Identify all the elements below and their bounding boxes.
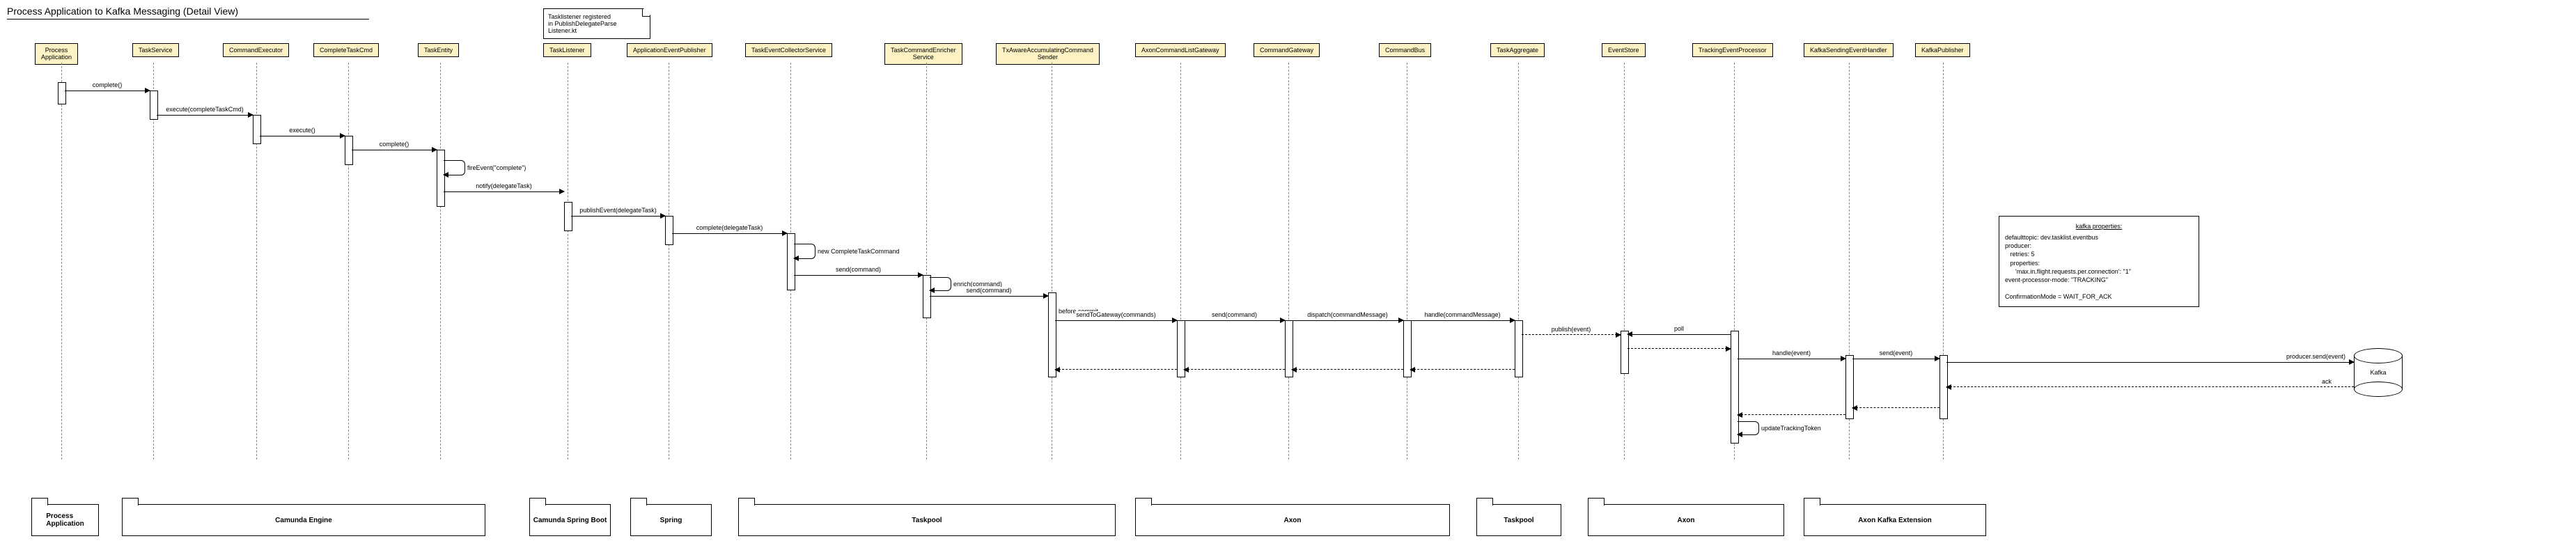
msg-return-listgw [1055,369,1177,370]
participant-task-aggregate: TaskAggregate [1490,43,1545,57]
participant-kafka-sending-handler: KafkaSendingEventHandler [1804,43,1894,57]
note-kafka-body: defaulttopic: dev.tasklist.eventbus prod… [2005,233,2193,301]
activation [787,233,795,290]
participant-axon-cmd-list-gateway: AxonCommandListGateway [1135,43,1226,57]
msg-enrich: enrich(command) [930,277,951,291]
participant-command-executor: CommandExecutor [223,43,289,57]
participant-task-entity: TaskEntity [418,43,459,57]
msg-new-complete-cmd: new CompleteTaskCommand [794,244,815,259]
participant-tx-accumulating-sender: TxAwareAccumulatingCommand Sender [996,43,1100,65]
participant-task-event-collector: TaskEventCollectorService [745,43,832,57]
participant-task-command-enricher: TaskCommandEnricher Service [884,43,962,65]
activation [564,202,572,231]
activation [58,82,66,104]
package-axon-1: Axon [1135,504,1450,536]
msg-return-aggregate [1410,369,1515,370]
kafka-datastore: Kafka [2354,348,2403,397]
msg-ack: ack [1946,386,2354,388]
msg-poll: poll [1627,334,1731,335]
package-camunda-engine: Camunda Engine [122,504,485,536]
note-kafka-title: kafka properties: [2005,222,2193,230]
participant-complete-task-cmd: CompleteTaskCmd [313,43,379,57]
package-axon-kafka-ext: Axon Kafka Extension [1804,504,1986,536]
activation [345,136,353,165]
activation [1515,320,1523,377]
participant-app-event-publisher: ApplicationEventPublisher [627,43,712,57]
participant-process-application: Process Application [35,43,78,65]
msg-publish-event: publishEvent(delegateTask) [571,216,665,217]
msg-send-cmd-2: send(command) [930,296,1048,297]
participant-kafka-publisher: KafkaPublisher [1915,43,1970,57]
msg-notify: notify(delegateTask) [444,191,564,192]
msg-handle-cmd: handle(commandMessage) [1410,320,1515,321]
note-listener: Tasklistener registered in PublishDelega… [543,8,650,39]
msg-return-sender [1852,407,1939,409]
msg-send-cmd-3: send(command) [1184,320,1285,321]
msg-return-bus [1292,369,1403,370]
participant-command-gateway: CommandGateway [1254,43,1320,57]
package-process-app: Process Application [31,504,99,536]
activation [1621,331,1629,374]
activation [437,150,445,207]
msg-execute-cmd: execute(completeTaskCmd) [157,115,253,116]
participant-task-listener: TaskListener [543,43,591,57]
msg-return-tracking [1738,414,1845,416]
msg-poll-return [1627,348,1731,350]
msg-send-cmd-1: send(command) [794,275,923,276]
package-camunda-springboot: Camunda Spring Boot [529,504,611,536]
activation [1048,292,1056,377]
participant-event-store: EventStore [1602,43,1646,57]
msg-producer-send: producer.send(event) [1946,362,2354,363]
package-spring: Spring [630,504,712,536]
msg-complete-delegate: complete(delegateTask) [672,233,787,234]
sequence-diagram: { "title": "Process Application to Kafka… [0,0,2576,557]
package-axon-2: Axon [1588,504,1784,536]
msg-publish: publish(event) [1522,334,1621,336]
participant-command-bus: CommandBus [1379,43,1431,57]
participant-tracking-event-processor: TrackingEventProcessor [1692,43,1773,57]
activation [665,216,673,245]
package-taskpool-2: Taskpool [1476,504,1561,536]
package-taskpool-1: Taskpool [738,504,1116,536]
kafka-datastore-label: Kafka [2354,369,2403,376]
msg-return-gateway [1184,369,1285,370]
activation [253,115,261,144]
participant-task-service: TaskService [132,43,179,57]
msg-fire-event: fireEvent("complete") [444,160,465,175]
msg-dispatch: dispatch(commandMessage) [1292,320,1403,321]
msg-update-token: updateTrackingToken [1738,421,1759,435]
note-kafka-properties: kafka properties: defaulttopic: dev.task… [1999,216,2199,307]
note-listener-text: Tasklistener registered in PublishDelega… [548,13,617,34]
diagram-title: Process Application to Kafka Messaging (… [7,6,369,19]
msg-send-gateway: sendToGateway(commands) [1055,320,1177,321]
